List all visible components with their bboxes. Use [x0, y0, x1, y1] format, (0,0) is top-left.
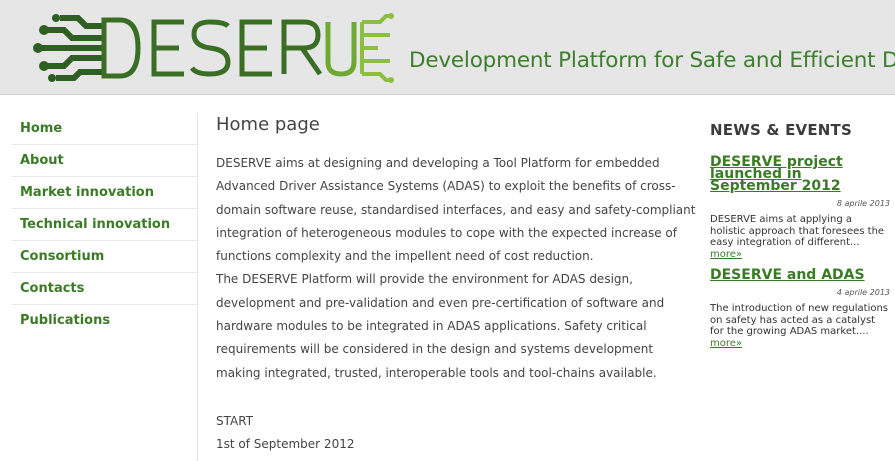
news-title-link[interactable]: DESERVE and ADAS: [710, 268, 890, 282]
news-summary-text: The introduction of new regulations on s…: [710, 303, 889, 337]
nav-item-technical-innovation[interactable]: Technical innovation: [12, 209, 197, 241]
more-link[interactable]: more»: [710, 338, 742, 349]
page-title: Home page: [216, 114, 320, 135]
start-info: START 1st of September 2012: [216, 410, 354, 456]
intro-text: DESERVE aims at designing and developing…: [216, 152, 696, 385]
news-summary: DESERVE aims at applying a holistic appr…: [710, 214, 890, 260]
news-events-panel: NEWS & EVENTS DESERVE project launched i…: [710, 121, 890, 349]
start-date: 1st of September 2012: [216, 437, 355, 451]
news-title-link[interactable]: DESERVE project launched in September 20…: [710, 155, 890, 193]
main-content: Home page DESERVE aims at designing and …: [216, 114, 696, 385]
news-summary: The introduction of new regulations on s…: [710, 303, 890, 349]
more-link[interactable]: more»: [710, 249, 742, 260]
nav-item-contacts[interactable]: Contacts: [12, 273, 197, 305]
nav-item-publications[interactable]: Publications: [12, 305, 197, 337]
start-label: START: [216, 414, 254, 428]
news-item: DESERVE project launched in September 20…: [710, 155, 890, 260]
news-heading: NEWS & EVENTS: [710, 121, 852, 139]
site-header: Development Platform for Safe and Effici…: [0, 0, 895, 95]
nav-item-home[interactable]: Home: [12, 113, 197, 145]
intro-paragraph: DESERVE aims at designing and developing…: [216, 156, 696, 264]
deserve-logo[interactable]: [14, 8, 394, 88]
nav-item-consortium[interactable]: Consortium: [12, 241, 197, 273]
intro-paragraph: The DESERVE Platform will provide the en…: [216, 272, 665, 380]
news-item: DESERVE and ADAS 4 aprile 2013 The intro…: [710, 268, 890, 349]
site-tagline: Development Platform for Safe and Effici…: [409, 48, 895, 73]
news-date: 8 aprile 2013: [836, 199, 890, 208]
sidebar-nav: Home About Market innovation Technical i…: [12, 113, 198, 461]
nav-item-market-innovation[interactable]: Market innovation: [12, 177, 197, 209]
news-summary-text: DESERVE aims at applying a holistic appr…: [710, 214, 885, 248]
nav-item-about[interactable]: About: [12, 145, 197, 177]
news-date: 4 aprile 2013: [836, 288, 890, 297]
